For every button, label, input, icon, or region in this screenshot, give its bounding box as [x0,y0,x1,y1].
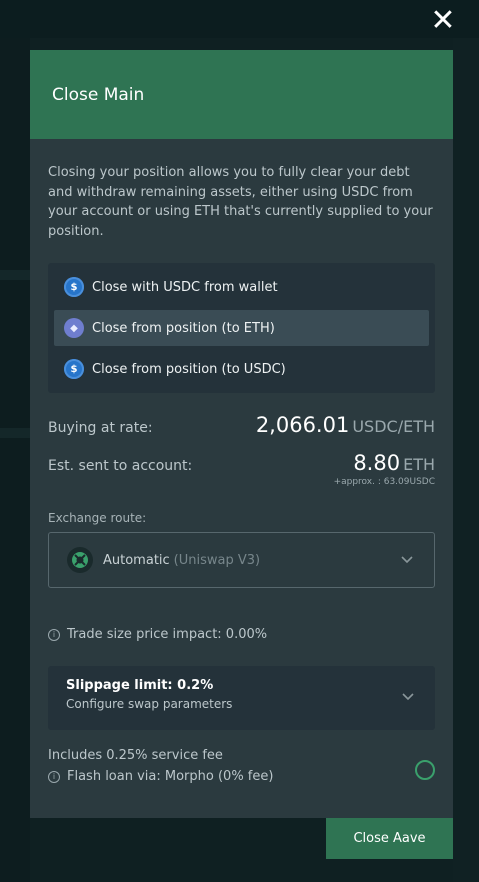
approx-usdc: +approx. : 63.09USDC [333,477,435,487]
price-impact-text: Trade size price impact: 0.00% [67,627,268,642]
est-sent-label: Est. sent to account: [48,458,193,474]
option-label: Close from position (to USDC) [92,361,286,377]
close-icon[interactable]: ✕ [428,6,458,36]
option-close-position-usdc[interactable]: $ Close from position (to USDC) [54,351,429,387]
route-icon [67,547,93,573]
sent-amount: 8.80 [353,451,401,475]
close-options: $ Close with USDC from wallet ◆ Close fr… [48,263,435,393]
slippage-title: Slippage limit: 0.2% [66,678,214,693]
service-fee-text: Includes 0.25% service fee [48,748,223,763]
option-label: Close with USDC from wallet [92,279,278,295]
buying-rate-value: 2,066.01 USDC/ETH [256,413,435,437]
sent-unit: ETH [403,455,435,474]
flash-loan-line: i Flash loan via: Morpho (0% fee) [48,769,435,784]
usdc-icon: $ [64,277,84,297]
info-icon: i [48,770,60,783]
est-sent-row: Est. sent to account: 8.80 ETH [48,451,435,475]
slippage-settings[interactable]: Slippage limit: 0.2% Configure swap para… [48,666,435,730]
chevron-down-icon [401,556,413,564]
close-position-modal: Close Main Closing your position allows … [30,50,453,818]
option-close-usdc-wallet[interactable]: $ Close with USDC from wallet [54,269,429,305]
exchange-route-label: Exchange route: [48,511,147,525]
flash-loan-text: Flash loan via: Morpho (0% fee) [67,769,274,784]
info-icon: i [48,628,60,641]
price-impact: i Trade size price impact: 0.00% [48,627,435,642]
close-aave-button[interactable]: Close Aave [326,818,453,859]
rate-amount: 2,066.01 [255,413,350,437]
exchange-route-select[interactable]: Automatic (Uniswap V3) [48,532,435,588]
chevron-down-icon [402,693,414,701]
loading-spinner-icon [415,760,435,780]
eth-icon: ◆ [64,318,84,338]
modal-body: Closing your position allows you to full… [30,139,453,784]
est-sent-value: 8.80 ETH [353,451,435,475]
slippage-subtitle: Configure swap parameters [66,697,233,711]
modal-header: Close Main [30,50,453,139]
buying-rate-label: Buying at rate: [48,420,153,436]
option-close-position-eth[interactable]: ◆ Close from position (to ETH) [54,310,429,346]
route-name: Automatic [103,552,170,568]
usdc-icon: $ [64,359,84,379]
fee-info: Includes 0.25% service fee i Flash loan … [48,748,435,784]
buying-rate-row: Buying at rate: 2,066.01 USDC/ETH [48,413,435,437]
modal-title: Close Main [52,84,145,105]
rate-unit: USDC/ETH [352,417,435,436]
modal-description: Closing your position allows you to full… [48,165,433,239]
option-label: Close from position (to ETH) [92,320,275,336]
route-sub: (Uniswap V3) [173,552,261,568]
